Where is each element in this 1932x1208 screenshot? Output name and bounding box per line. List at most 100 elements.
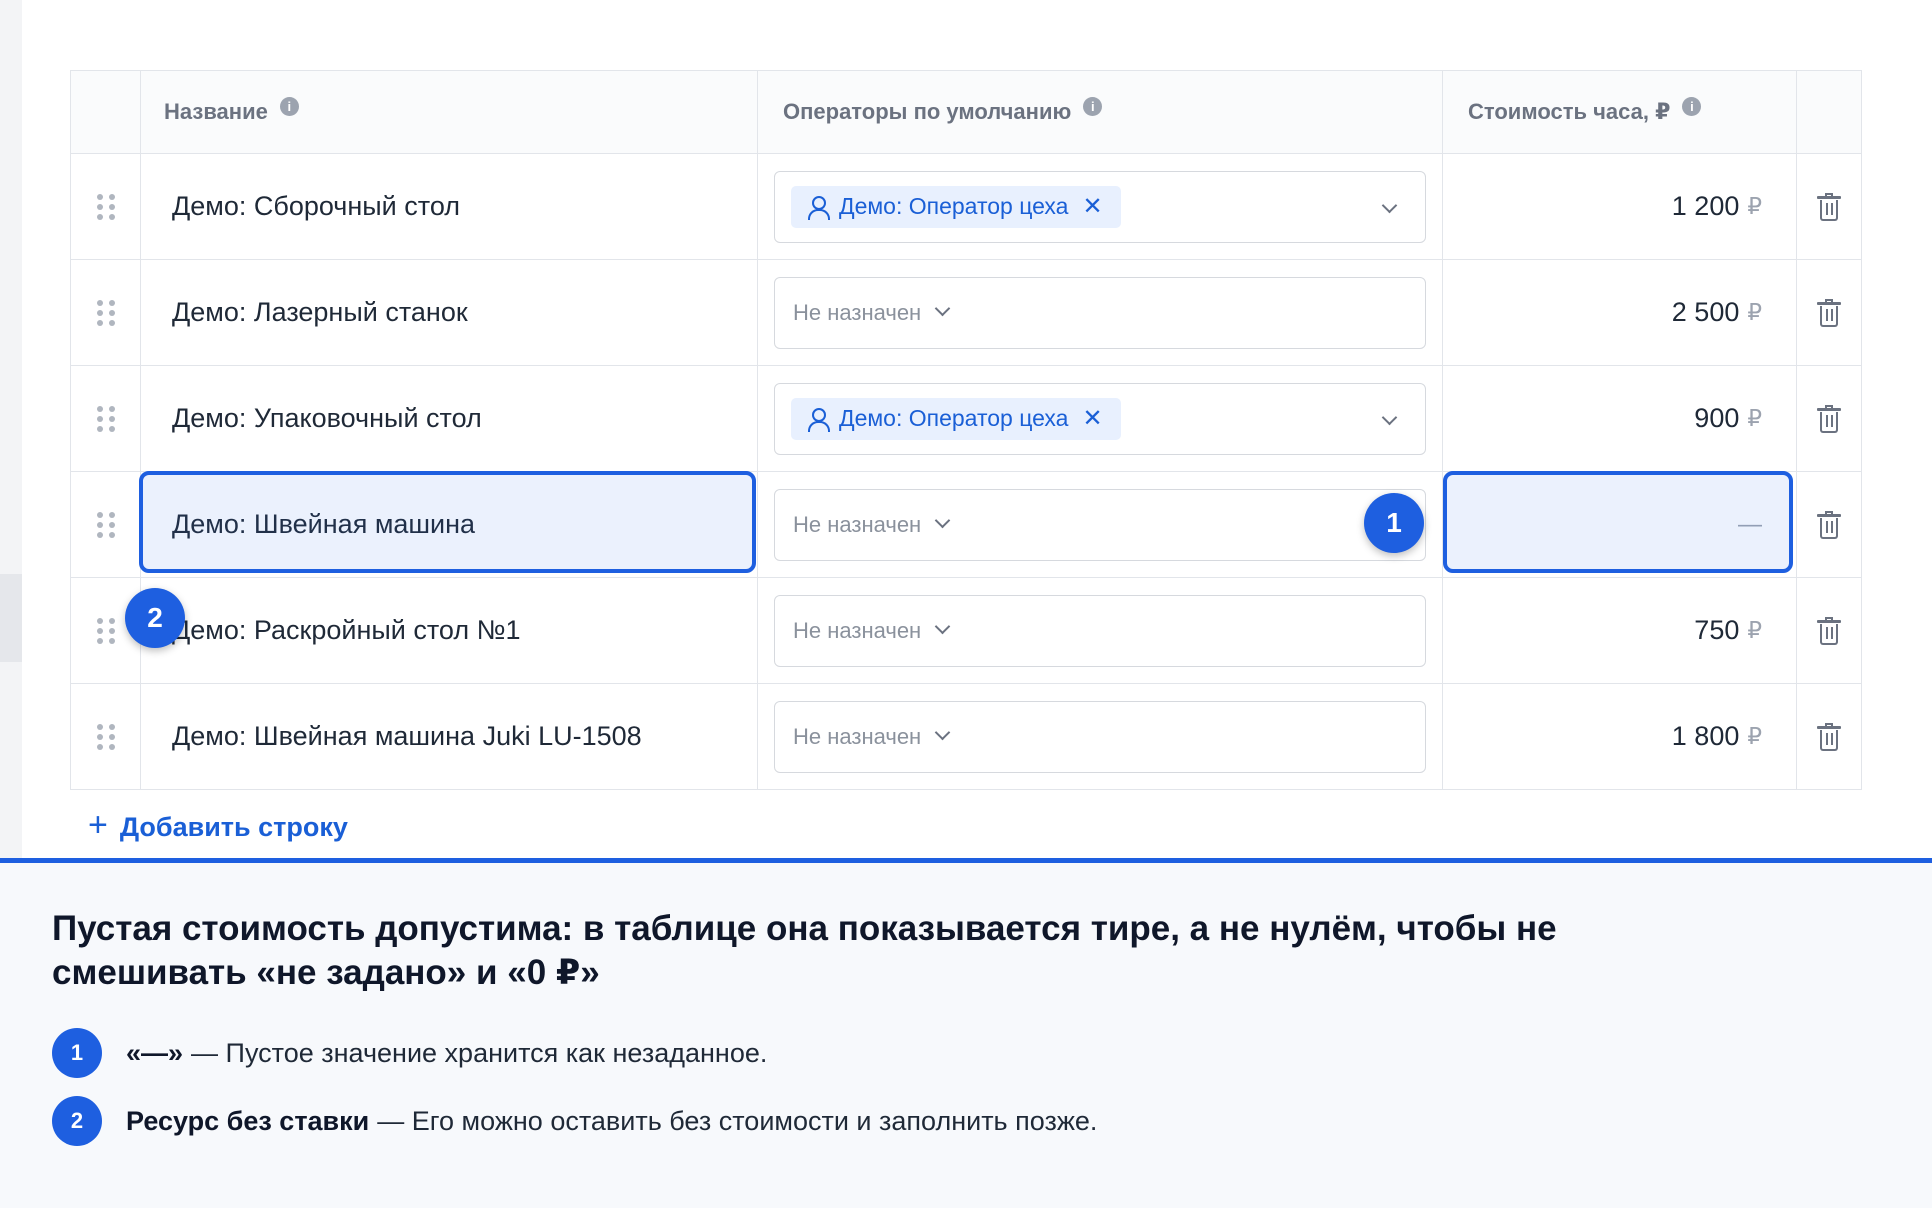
currency-symbol: ₽ [1747, 723, 1762, 749]
drag-handle-icon[interactable] [96, 617, 115, 644]
operator-chip-label: Демо: Оператор цеха [839, 193, 1069, 219]
drag-handle-icon[interactable] [96, 405, 115, 432]
note-term: «—» [126, 1037, 184, 1068]
info-icon[interactable]: i [1682, 96, 1702, 116]
operators-placeholder: Не назначен [793, 617, 922, 643]
currency-symbol: ₽ [1747, 405, 1762, 431]
header-actions-column [1796, 71, 1861, 153]
drag-handle-icon[interactable] [96, 299, 115, 326]
cost-cell[interactable]: 750 ₽ [1442, 578, 1796, 683]
cost-value: 1 800 [1671, 721, 1740, 751]
operators-cell: Демо: Оператор цеха ✕ [757, 366, 1442, 471]
trash-icon[interactable] [1817, 510, 1841, 539]
header-cost: Стоимость часа, ₽ i [1442, 71, 1796, 153]
info-icon[interactable]: i [1083, 96, 1103, 116]
trash-icon[interactable] [1817, 404, 1841, 433]
table-row: Демо: Швейная машина Juki LU-1508 Не наз… [71, 683, 1861, 789]
highlight-name-cell [139, 471, 756, 573]
cost-value: 1 200 [1671, 191, 1740, 221]
remove-chip-icon[interactable]: ✕ [1082, 194, 1102, 219]
chevron-down-icon[interactable] [1381, 197, 1398, 213]
resource-name-cell[interactable]: Демо: Лазерный станок [140, 260, 757, 365]
operators-select[interactable]: Не назначен [774, 594, 1426, 667]
cost-cell[interactable]: 1 200 ₽ [1442, 154, 1796, 259]
delete-cell [1796, 472, 1861, 577]
operator-chip: Демо: Оператор цеха ✕ [791, 185, 1121, 228]
cost-value: 2 500 [1671, 297, 1740, 327]
table-header-row: Название i Операторы по умолчанию i Стои… [71, 71, 1861, 153]
info-icon[interactable]: i [279, 96, 299, 116]
left-sidebar-edge [0, 0, 22, 860]
trash-icon[interactable] [1817, 298, 1841, 327]
operators-cell: Не назначен [757, 472, 1442, 577]
delete-cell [1796, 260, 1861, 365]
header-operators-label: Операторы по умолчанию [783, 99, 1072, 124]
chevron-down-icon[interactable] [934, 512, 951, 529]
note-text: — Пустое значение хранится как незаданно… [191, 1037, 768, 1068]
currency-symbol: ₽ [1747, 193, 1762, 219]
resource-name-cell[interactable]: Демо: Швейная машина Juki LU-1508 [140, 684, 757, 789]
drag-handle-icon[interactable] [96, 723, 115, 750]
operators-placeholder: Не назначен [793, 511, 922, 537]
highlight-cost-cell [1443, 471, 1793, 573]
drag-handle-cell [71, 684, 140, 789]
chevron-down-icon[interactable] [934, 618, 951, 635]
chevron-down-icon[interactable] [934, 724, 951, 741]
note-term: Ресурс без ставки [126, 1105, 370, 1136]
note-item: 1 «—» — Пустое значение хранится как нез… [52, 1028, 767, 1078]
operators-select[interactable]: Демо: Оператор цеха ✕ [774, 382, 1426, 455]
panel-title: Пустая стоимость допустима: в таблице он… [52, 909, 1557, 992]
operators-cell: Не назначен [757, 578, 1442, 683]
drag-handle-cell [71, 154, 140, 259]
operators-placeholder: Не назначен [793, 723, 922, 749]
drag-handle-icon[interactable] [96, 511, 115, 538]
operators-placeholder: Не назначен [793, 299, 922, 325]
plus-icon: + [88, 806, 108, 844]
header-name: Название i [140, 71, 757, 153]
operators-cell: Не назначен [757, 260, 1442, 365]
operators-select[interactable]: Не назначен [774, 700, 1426, 773]
chevron-down-icon[interactable] [934, 300, 951, 317]
note-number-badge: 2 [52, 1096, 102, 1146]
table-row: Демо: Лазерный станок Не назначен 2 500 … [71, 259, 1861, 365]
explanation-panel: Пустая стоимость допустима: в таблице он… [0, 858, 1932, 1208]
trash-icon[interactable] [1817, 722, 1841, 751]
operators-select[interactable]: Демо: Оператор цеха ✕ [774, 170, 1426, 243]
sidebar-edge-marker [0, 574, 22, 662]
header-name-label: Название [164, 99, 268, 124]
operators-cell: Не назначен [757, 684, 1442, 789]
operator-chip: Демо: Оператор цеха ✕ [791, 397, 1121, 440]
table-row: Демо: Сборочный стол Демо: Оператор цеха… [71, 153, 1861, 259]
note-number-badge: 1 [52, 1028, 102, 1078]
table-row: Демо: Раскройный стол №1 Не назначен 750… [71, 577, 1861, 683]
drag-handle-icon[interactable] [96, 193, 115, 220]
cost-cell[interactable]: 2 500 ₽ [1442, 260, 1796, 365]
trash-icon[interactable] [1817, 616, 1841, 645]
operator-chip-label: Демо: Оператор цеха [839, 405, 1069, 431]
resource-name-cell[interactable]: Демо: Упаковочный стол [140, 366, 757, 471]
header-cost-label: Стоимость часа, ₽ [1468, 99, 1671, 124]
callout-badge-2: 2 [125, 588, 185, 648]
operators-select[interactable]: Не назначен [774, 276, 1426, 349]
delete-cell [1796, 366, 1861, 471]
delete-cell [1796, 578, 1861, 683]
operators-cell: Демо: Оператор цеха ✕ [757, 154, 1442, 259]
header-operators: Операторы по умолчанию i [757, 71, 1442, 153]
resource-name-cell[interactable]: Демо: Раскройный стол №1 [140, 578, 757, 683]
cost-cell[interactable]: 900 ₽ [1442, 366, 1796, 471]
add-row-button[interactable]: + Добавить строку [88, 806, 348, 844]
remove-chip-icon[interactable]: ✕ [1082, 406, 1102, 431]
operators-select[interactable]: Не назначен [774, 488, 1426, 561]
note-text: — Его можно оставить без стоимости и зап… [377, 1105, 1098, 1136]
drag-handle-cell [71, 366, 140, 471]
trash-icon[interactable] [1817, 192, 1841, 221]
cost-cell[interactable]: 1 800 ₽ [1442, 684, 1796, 789]
chevron-down-icon[interactable] [1381, 409, 1398, 425]
table-row: Демо: Упаковочный стол Демо: Оператор це… [71, 365, 1861, 471]
cost-value: 750 [1694, 615, 1740, 645]
callout-badge-1: 1 [1364, 493, 1424, 553]
delete-cell [1796, 154, 1861, 259]
drag-handle-cell [71, 260, 140, 365]
resource-name-cell[interactable]: Демо: Сборочный стол [140, 154, 757, 259]
cost-value: 900 [1694, 403, 1740, 433]
